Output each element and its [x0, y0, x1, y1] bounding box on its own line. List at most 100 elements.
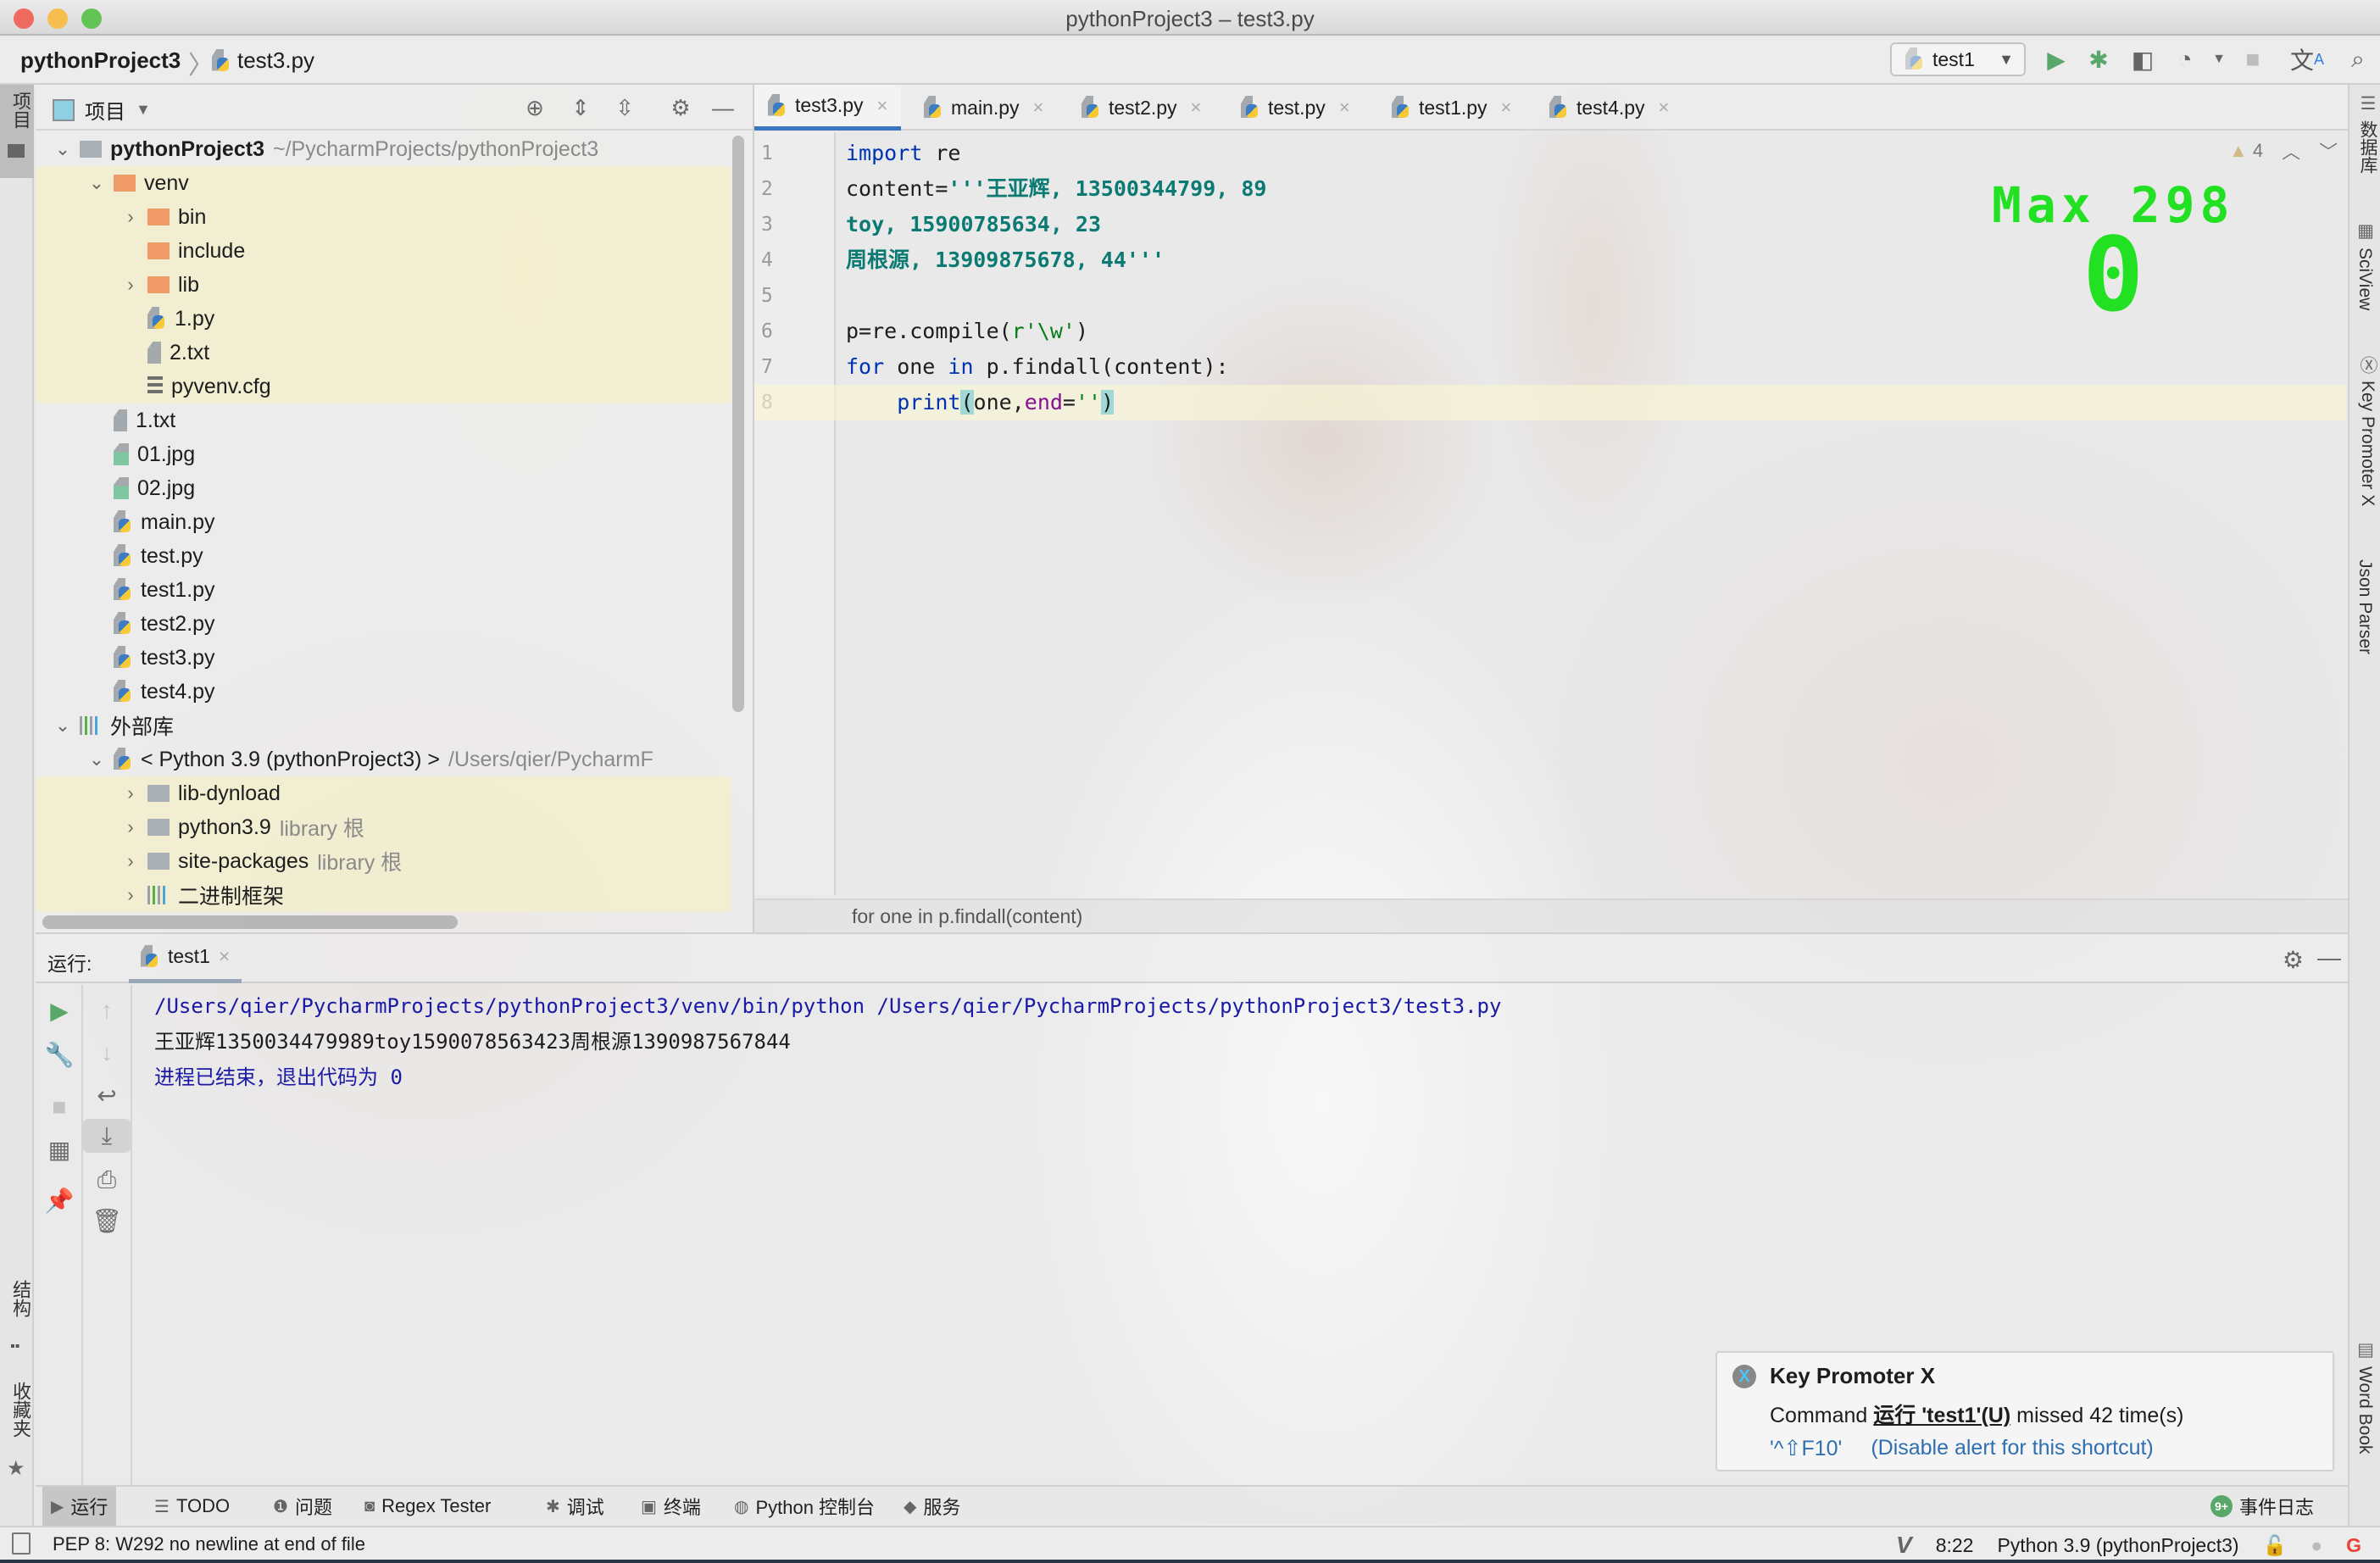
run-icon[interactable]: ▶ [2041, 44, 2071, 75]
disable-alert-link[interactable]: (Disable alert for this shortcut) [1871, 1436, 2153, 1461]
editor-tab[interactable]: test2.py × [1068, 85, 1215, 131]
right-tool-button[interactable]: Json Parser [2355, 559, 2375, 654]
editor-tab[interactable]: test4.py × [1536, 85, 1682, 131]
wrench-icon[interactable]: 🔧 [36, 1037, 83, 1071]
tool-window-button[interactable]: ☰ TODO [146, 1487, 238, 1526]
tool-window-button[interactable]: ◆ 服务 [895, 1487, 969, 1526]
hide-panel-icon[interactable]: — [709, 93, 737, 122]
search-icon[interactable]: ⌕ [2343, 44, 2373, 75]
close-icon[interactable]: × [1033, 97, 1044, 119]
structure-tool-button[interactable]: 结构 ▪▪ [0, 1271, 34, 1365]
expand-all-icon[interactable]: ⇕ [566, 93, 595, 122]
tree-item[interactable]: 1.txt [36, 403, 731, 437]
gear-icon[interactable]: ⚙ [2283, 946, 2304, 974]
tool-window-button[interactable]: ❶ 问题 [264, 1487, 341, 1526]
collapse-all-icon[interactable]: ⇳ [610, 93, 639, 122]
print-icon[interactable]: ⎙ [83, 1163, 131, 1197]
layout-icon[interactable]: ▦ [36, 1132, 83, 1166]
interpreter-selector[interactable]: Python 3.9 (pythonProject3) [1997, 1534, 2238, 1557]
close-icon[interactable]: × [219, 945, 230, 968]
editor-tab[interactable]: test3.py × [754, 85, 902, 131]
chevron-down-icon[interactable]: ⌄ [54, 138, 71, 160]
tree-item[interactable]: main.py [36, 505, 731, 539]
inspection-icon[interactable]: ● [2310, 1534, 2322, 1557]
chevron-right-icon[interactable]: › [122, 274, 139, 296]
chevron-down-icon[interactable]: ⌄ [54, 715, 71, 737]
tree-item[interactable]: › lib-dynload [36, 776, 731, 810]
vertical-scrollbar[interactable] [732, 136, 744, 712]
vim-icon[interactable]: V [1896, 1532, 1912, 1559]
right-tool-button[interactable]: ▦ SciView [2355, 220, 2375, 310]
tree-item[interactable]: 1.py [36, 302, 731, 336]
code-line[interactable]: print(one,end='') [754, 385, 2346, 420]
run-tab-test1[interactable]: test1 × [129, 934, 242, 983]
arrow-up-icon[interactable]: ↑ [83, 993, 131, 1027]
caret-position[interactable]: 8:22 [1936, 1534, 1974, 1557]
tool-window-button[interactable]: ▣ 终端 [632, 1487, 709, 1526]
minimize-icon[interactable]: — [2317, 944, 2341, 971]
pin-icon[interactable]: 📌 [36, 1183, 83, 1217]
right-tool-button[interactable]: Ⓧ Key Promoter X [2355, 356, 2380, 506]
right-tool-button[interactable]: ▤ Word Book [2355, 1339, 2375, 1455]
locate-file-icon[interactable]: ⊕ [520, 93, 549, 122]
close-icon[interactable]: × [1501, 97, 1512, 119]
google-icon[interactable]: G [2346, 1534, 2361, 1557]
tree-item[interactable]: 02.jpg [36, 471, 731, 505]
soft-wrap-icon[interactable]: ↩ [83, 1078, 131, 1112]
tree-item[interactable]: ⌄ 外部库 [36, 709, 731, 743]
code-breadcrumb[interactable]: for one in p.findall(content) [852, 905, 1082, 928]
tree-item[interactable]: ⌄ venv [36, 166, 731, 200]
chevron-down-icon[interactable]: ⌄ [88, 748, 105, 770]
tree-item[interactable]: test3.py [36, 641, 731, 675]
tree-item[interactable]: › python3.9 library 根 [36, 810, 731, 844]
editor-tab[interactable]: test1.py × [1378, 85, 1525, 131]
tree-item[interactable]: › bin [36, 200, 731, 234]
close-icon[interactable]: × [1191, 97, 1202, 119]
tree-item[interactable]: test2.py [36, 607, 731, 641]
scroll-to-end-icon[interactable]: ⤓ [83, 1119, 131, 1153]
lock-icon[interactable]: 🔓 [2263, 1534, 2288, 1557]
tool-window-button[interactable]: ◙ Regex Tester [356, 1487, 499, 1526]
close-icon[interactable]: × [877, 95, 888, 117]
close-icon[interactable]: × [1659, 97, 1670, 119]
tree-item[interactable]: include [36, 234, 731, 268]
stop-icon[interactable]: ■ [2238, 44, 2268, 75]
tree-item[interactable]: ⌄ pythonProject3 ~/PycharmProjects/pythonP… [36, 132, 731, 166]
console-output[interactable]: /Users/qier/PycharmProjects/pythonProjec… [154, 988, 1501, 1095]
project-view-selector[interactable]: 项目 ▼ [53, 95, 151, 125]
arrow-down-icon[interactable]: ↓ [83, 1036, 131, 1070]
chevron-right-icon[interactable]: › [122, 816, 139, 838]
stop-icon[interactable]: ■ [36, 1090, 83, 1124]
toggle-tool-windows-icon[interactable] [12, 1532, 31, 1555]
code-line[interactable]: import re [846, 136, 2346, 171]
gear-icon[interactable]: ⚙ [666, 93, 695, 122]
translate-icon[interactable]: 文A [2290, 44, 2324, 75]
tree-item[interactable]: pyvenv.cfg [36, 370, 731, 403]
rerun-icon[interactable]: ▶ [36, 993, 83, 1027]
next-highlight-icon[interactable]: ﹀ [2319, 137, 2338, 164]
notification-command-link[interactable]: 运行 'test1'(U) [1873, 1404, 2010, 1427]
tree-item[interactable]: test.py [36, 539, 731, 573]
chevron-right-icon[interactable]: › [122, 850, 139, 872]
editor-tab[interactable]: test.py × [1227, 85, 1364, 131]
tree-item[interactable]: 2.txt [36, 336, 731, 370]
editor-tab[interactable]: main.py × [910, 85, 1057, 131]
trash-icon[interactable]: 🗑 [83, 1204, 131, 1238]
breadcrumb-file[interactable]: test3.py [212, 47, 314, 74]
inspection-widget[interactable]: ▲ 4 ︿ ﹀ [2229, 137, 2338, 164]
favorites-tool-button[interactable]: 收藏夹 ★ [0, 1373, 34, 1492]
previous-highlight-icon[interactable]: ︿ [2282, 137, 2300, 164]
tree-item[interactable]: › site-packages library 根 [36, 844, 731, 878]
chevron-right-icon[interactable]: › [122, 884, 139, 906]
debug-icon[interactable]: ✱ [2083, 44, 2114, 75]
event-log-button[interactable]: 9+ 事件日志 [2210, 1487, 2314, 1526]
chevron-right-icon[interactable]: › [122, 206, 139, 228]
right-tool-button[interactable]: ☰ 数据库 [2355, 93, 2380, 174]
tree-item[interactable]: ⌄ < Python 3.9 (pythonProject3) > /Users/q… [36, 743, 731, 776]
coverage-icon[interactable]: ◧ [2127, 44, 2158, 75]
tree-item[interactable]: test1.py [36, 573, 731, 607]
tool-window-button[interactable]: ▶ 运行 [42, 1487, 117, 1526]
breadcrumb-project[interactable]: pythonProject3 [20, 47, 181, 74]
tree-item[interactable]: › lib [36, 268, 731, 302]
chevron-right-icon[interactable]: › [122, 782, 139, 804]
